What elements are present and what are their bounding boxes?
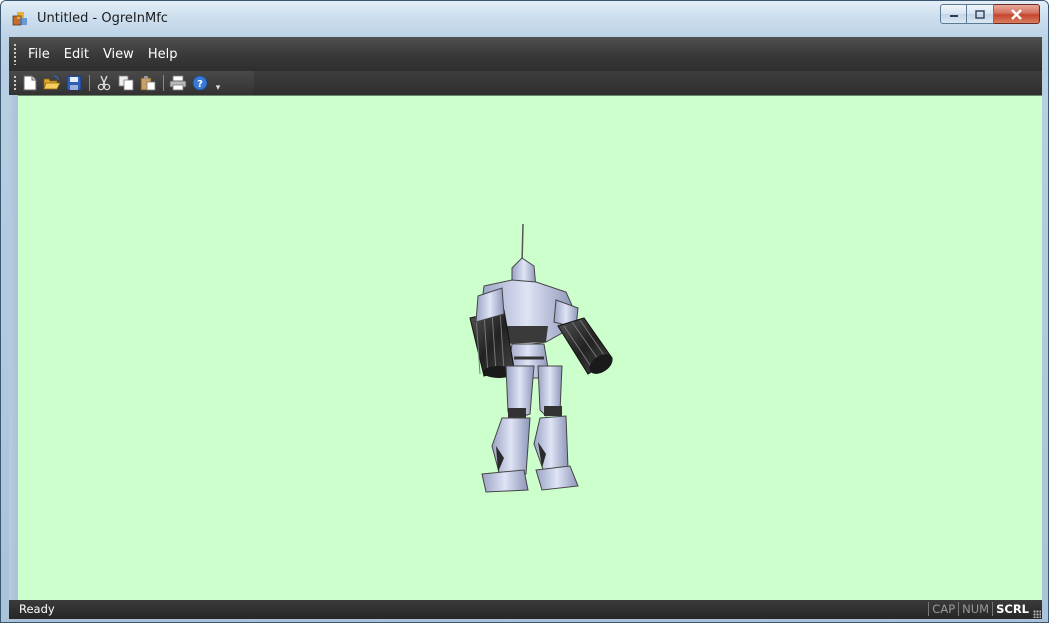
status-indicators: CAP NUM SCRL bbox=[928, 602, 1032, 616]
toolbar-band bbox=[254, 71, 1042, 95]
paste-icon bbox=[140, 76, 156, 91]
svg-text:?: ? bbox=[197, 79, 203, 90]
menu-bar: File Edit View Help bbox=[9, 37, 1042, 71]
menu-file[interactable]: File bbox=[21, 47, 57, 62]
menu-view[interactable]: View bbox=[96, 47, 141, 62]
cut-button[interactable] bbox=[95, 74, 113, 92]
new-button[interactable] bbox=[21, 74, 39, 92]
new-icon bbox=[23, 75, 37, 91]
title-bar[interactable]: Untitled - OgreInMfc bbox=[1, 1, 1048, 37]
num-lock-indicator: NUM bbox=[958, 602, 992, 616]
save-icon bbox=[66, 75, 82, 91]
robot-model bbox=[469, 223, 613, 493]
print-icon bbox=[169, 75, 187, 91]
cut-icon bbox=[97, 75, 111, 91]
minimize-button[interactable] bbox=[940, 4, 967, 24]
window-title: Untitled - OgreInMfc bbox=[37, 11, 168, 26]
render-view[interactable] bbox=[18, 95, 1042, 600]
status-text: Ready bbox=[19, 602, 55, 616]
paste-button[interactable] bbox=[139, 74, 157, 92]
maximize-button[interactable] bbox=[967, 4, 994, 24]
chevron-down-icon: ▾ bbox=[215, 83, 221, 93]
toolbar-separator bbox=[163, 75, 164, 91]
copy-icon bbox=[118, 75, 134, 91]
maximize-icon bbox=[975, 9, 985, 19]
help-button[interactable]: ? bbox=[191, 74, 209, 92]
toolbar-grip[interactable] bbox=[13, 75, 17, 91]
window-frame-bottom bbox=[1, 619, 1048, 622]
help-icon: ? bbox=[192, 75, 208, 91]
toolbar-separator bbox=[89, 75, 90, 91]
app-icon bbox=[12, 12, 27, 26]
scroll-lock-indicator: SCRL bbox=[992, 602, 1032, 616]
print-button[interactable] bbox=[169, 74, 187, 92]
menubar-grip[interactable] bbox=[13, 43, 17, 65]
minimize-icon bbox=[949, 15, 958, 17]
close-button[interactable] bbox=[994, 4, 1040, 24]
toolbar-overflow-button[interactable]: ▾ bbox=[213, 73, 223, 93]
open-button[interactable] bbox=[43, 74, 61, 92]
save-button[interactable] bbox=[65, 74, 83, 92]
menu-edit[interactable]: Edit bbox=[57, 47, 96, 62]
caps-lock-indicator: CAP bbox=[928, 602, 958, 616]
app-window: Untitled - OgreInMfc File Edit View Help bbox=[0, 0, 1049, 623]
close-icon bbox=[1011, 8, 1022, 20]
menu-help[interactable]: Help bbox=[141, 47, 185, 62]
standard-toolbar: ? ▾ bbox=[9, 71, 254, 95]
caption-buttons bbox=[940, 4, 1040, 24]
window-frame bbox=[9, 95, 18, 600]
copy-button[interactable] bbox=[117, 74, 135, 92]
resize-grip[interactable] bbox=[1033, 610, 1041, 618]
open-icon bbox=[43, 75, 61, 90]
status-bar: Ready CAP NUM SCRL bbox=[9, 600, 1042, 619]
